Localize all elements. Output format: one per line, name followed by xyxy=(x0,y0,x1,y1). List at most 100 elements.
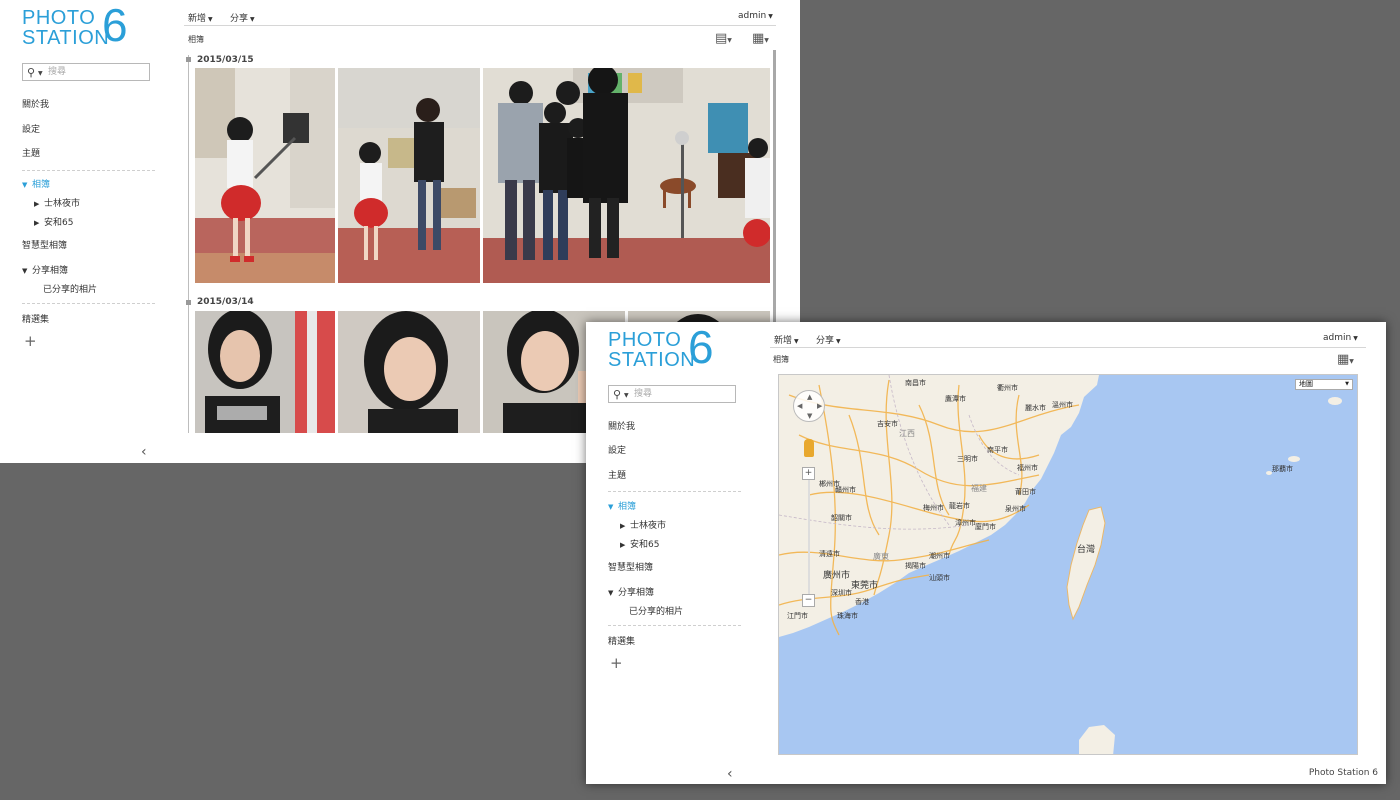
zoom-out-button[interactable]: − xyxy=(802,594,815,607)
sidebar-item-theme[interactable]: 主題 xyxy=(608,468,626,481)
chevron-right-icon[interactable]: ▶ xyxy=(34,219,44,227)
map-label-city: 南昌市 xyxy=(905,379,926,387)
search-box[interactable]: ⚲ ▼ xyxy=(608,385,736,403)
sidebar-item-shared-photos[interactable]: 已分享的相片 xyxy=(629,604,683,617)
user-menu[interactable]: admin ▼ xyxy=(738,11,773,21)
map-label-city: 麗水市 xyxy=(1025,404,1046,412)
sidebar-item-featured[interactable]: 精選集 xyxy=(22,312,49,325)
sidebar-item-featured[interactable]: 精選集 xyxy=(608,634,635,647)
map-label-city: 南平市 xyxy=(987,446,1008,454)
map-label-city: 深圳市 xyxy=(831,589,852,597)
map-label-city: 漳州市 xyxy=(955,519,976,527)
sidebar-divider xyxy=(608,491,741,492)
chevron-down-icon[interactable]: ▼ xyxy=(608,503,618,511)
map-pan-control[interactable]: ▲ ▼ ◀ ▶ xyxy=(793,390,825,422)
sidebar-item-album-shilin[interactable]: ▶ 士林夜市 xyxy=(34,196,80,209)
sidebar-item-smart-albums[interactable]: 智慧型相簿 xyxy=(608,560,653,573)
logo-version: 6 xyxy=(102,0,128,51)
scrollbar[interactable] xyxy=(773,50,776,350)
search-icon[interactable]: ⚲ ▼ xyxy=(27,66,43,79)
logo-version: 6 xyxy=(688,322,714,373)
map-view[interactable]: 地圖 ▼ ▲ ▼ ◀ ▶ + − 南昌市 鷹潭市 衢州市 麗水市 溫州市 吉安市 … xyxy=(778,374,1358,755)
map-label-city: 郴州市 xyxy=(819,480,840,488)
pan-down-icon[interactable]: ▼ xyxy=(807,412,812,420)
grid-view-icon[interactable]: ▦▼ xyxy=(752,31,769,46)
sidebar-item-settings[interactable]: 設定 xyxy=(22,122,40,135)
footer-app-name: Photo Station 6 xyxy=(1308,768,1378,778)
caret-down-icon: ▼ xyxy=(836,338,841,345)
chevron-down-icon[interactable]: ▼ xyxy=(22,267,32,275)
add-icon[interactable]: + xyxy=(610,654,623,672)
caret-down-icon: ▼ xyxy=(250,16,255,23)
breadcrumb[interactable]: 相簿 xyxy=(773,354,789,365)
sidebar-item-settings[interactable]: 設定 xyxy=(608,443,626,456)
sidebar-item-album-shilin[interactable]: ▶ 士林夜市 xyxy=(620,518,666,531)
map-label-city: 泉州市 xyxy=(1005,505,1026,513)
sidebar-item-shared-albums[interactable]: ▼ 分享相簿 xyxy=(608,585,654,598)
sidebar-divider xyxy=(22,170,155,171)
user-menu[interactable]: admin ▼ xyxy=(1323,333,1358,343)
list-view-icon[interactable]: ▤▼ xyxy=(715,31,732,46)
sidebar-item-album-anhe65[interactable]: ▶ 安和65 xyxy=(34,215,73,228)
share-menu[interactable]: 分享 ▼ xyxy=(816,333,841,346)
chevron-right-icon[interactable]: ▶ xyxy=(34,200,44,208)
pan-up-icon[interactable]: ▲ xyxy=(807,393,812,401)
breadcrumb[interactable]: 相簿 xyxy=(188,34,204,45)
photo-station-window-map: PHOTO STATION 6 ⚲▼ 關於我 設定 主題 ▼相簿 ▶士林夜市 ▶… xyxy=(586,322,1386,784)
map-label-city: 韶關市 xyxy=(831,514,852,522)
grid-view-icon[interactable]: ▦▼ xyxy=(1337,352,1354,367)
chevron-down-icon[interactable]: ▼ xyxy=(608,589,618,597)
photo-station-logo[interactable]: PHOTO STATION 6 xyxy=(22,2,142,48)
pan-left-icon[interactable]: ◀ xyxy=(797,402,802,410)
chevron-down-icon[interactable]: ▼ xyxy=(22,181,32,189)
map-label-city: 溫州市 xyxy=(1052,401,1073,409)
new-menu[interactable]: 新增 ▼ xyxy=(774,333,799,346)
photo-thumbnail[interactable] xyxy=(338,311,480,433)
search-input[interactable] xyxy=(634,388,732,400)
sidebar-item-about[interactable]: 關於我 xyxy=(22,97,49,110)
timeline-line xyxy=(188,55,189,433)
sidebar-item-album-anhe65[interactable]: ▶ 安和65 xyxy=(620,537,659,550)
map-type-select[interactable]: 地圖 ▼ xyxy=(1295,379,1353,390)
sidebar-item-smart-albums[interactable]: 智慧型相簿 xyxy=(22,238,67,251)
collapse-sidebar-icon[interactable]: ‹ xyxy=(727,766,733,782)
logo-line-2: STATION xyxy=(608,349,696,371)
street-view-pegman-icon[interactable] xyxy=(804,439,814,457)
sidebar-item-shared-albums[interactable]: ▼ 分享相簿 xyxy=(22,263,68,276)
chevron-right-icon[interactable]: ▶ xyxy=(620,541,630,549)
sidebar-item-label: 士林夜市 xyxy=(44,199,81,209)
sidebar-item-label: 相簿 xyxy=(618,502,637,512)
caret-down-icon: ▼ xyxy=(794,338,799,345)
photo-station-logo[interactable]: PHOTO STATION 6 xyxy=(608,324,728,371)
collapse-sidebar-icon[interactable]: ‹ xyxy=(141,444,147,460)
map-label-city: 江門市 xyxy=(787,612,808,620)
zoom-in-button[interactable]: + xyxy=(802,467,815,480)
logo-line-1: PHOTO xyxy=(608,329,682,351)
sidebar-item-albums[interactable]: ▼ 相簿 xyxy=(608,499,636,512)
sidebar-item-albums[interactable]: ▼ 相簿 xyxy=(22,177,50,190)
photo-thumbnail[interactable] xyxy=(195,68,335,283)
toolbar-divider xyxy=(770,347,1366,348)
map-label-city: 莆田市 xyxy=(1015,488,1036,496)
add-icon[interactable]: + xyxy=(24,332,37,350)
sidebar-item-theme[interactable]: 主題 xyxy=(22,146,40,159)
zoom-slider-track[interactable] xyxy=(808,470,810,595)
photo-thumbnail[interactable] xyxy=(338,68,480,283)
sidebar-item-label: 安和65 xyxy=(630,540,660,550)
new-menu[interactable]: 新增 ▼ xyxy=(188,11,213,24)
sidebar-item-about[interactable]: 關於我 xyxy=(608,419,635,432)
caret-down-icon: ▼ xyxy=(208,16,213,23)
map-label-city: 珠海市 xyxy=(837,612,858,620)
share-menu[interactable]: 分享 ▼ xyxy=(230,11,255,24)
search-box[interactable]: ⚲ ▼ xyxy=(22,63,150,81)
search-input[interactable] xyxy=(48,66,146,78)
pan-right-icon[interactable]: ▶ xyxy=(817,402,822,410)
photo-thumbnail[interactable] xyxy=(483,68,770,283)
chevron-right-icon[interactable]: ▶ xyxy=(620,522,630,530)
search-icon[interactable]: ⚲ ▼ xyxy=(613,388,629,401)
map-label-city: 那覇市 xyxy=(1272,465,1293,473)
sidebar-item-shared-photos[interactable]: 已分享的相片 xyxy=(43,282,97,295)
map-label-city: 梅州市 xyxy=(923,504,944,512)
photo-thumbnail[interactable] xyxy=(195,311,335,433)
map-label-city: 汕頭市 xyxy=(929,574,950,582)
